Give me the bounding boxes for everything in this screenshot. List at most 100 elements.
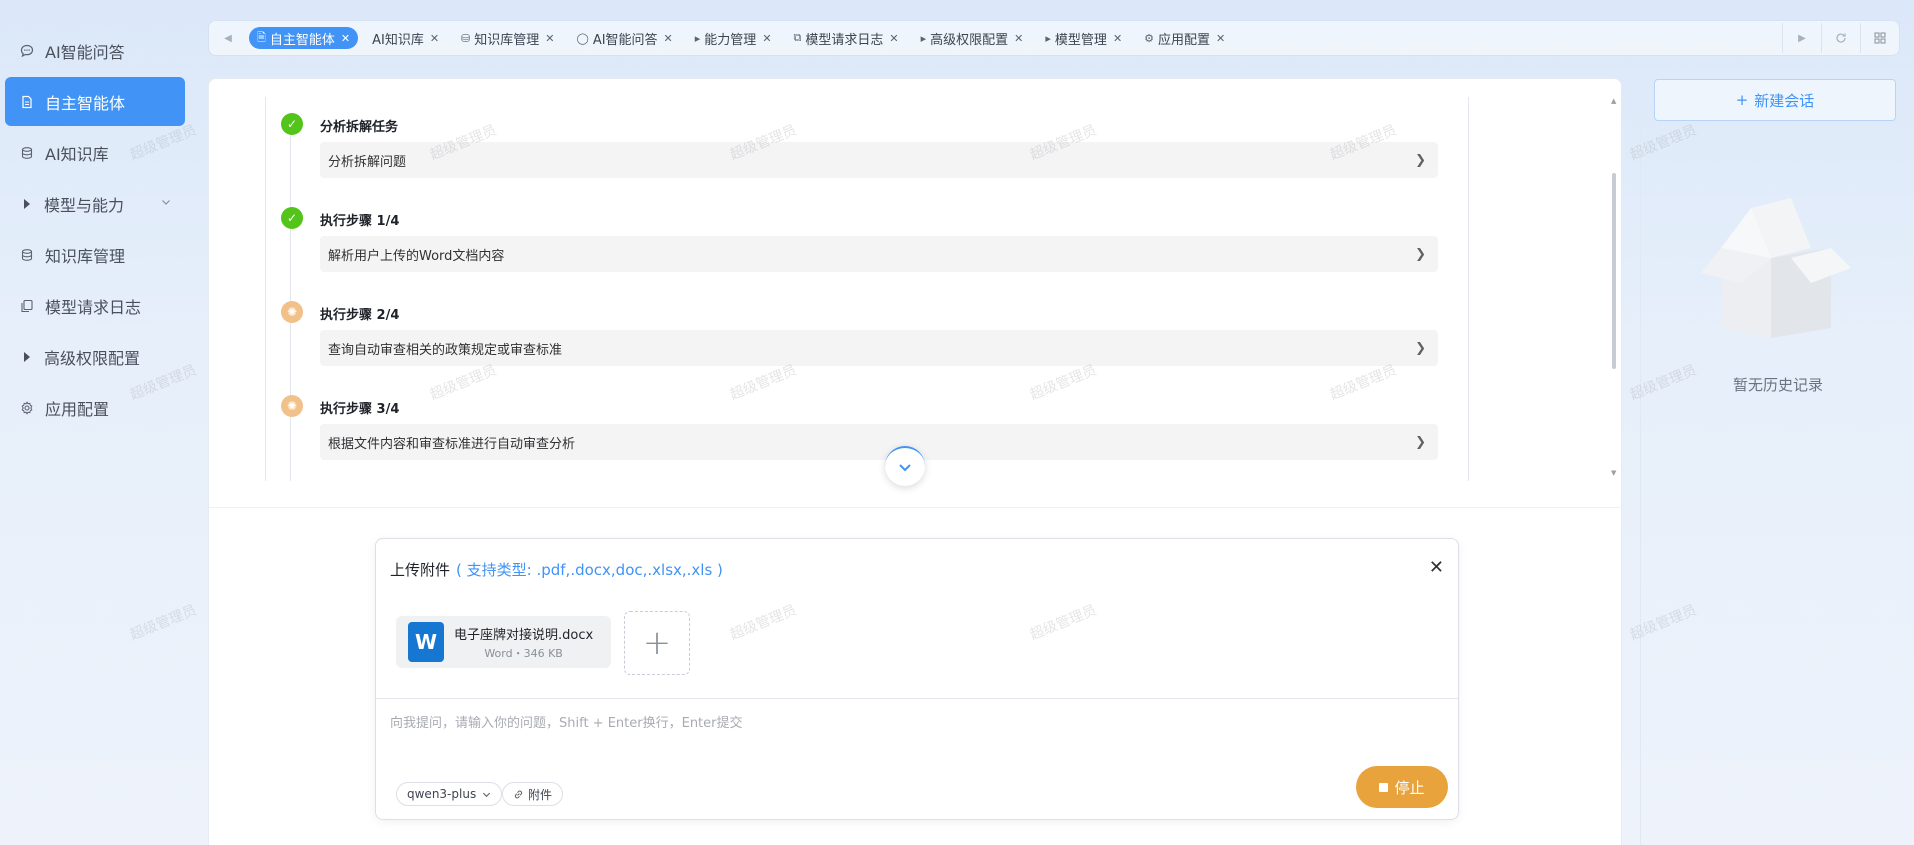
new-chat-button[interactable]: + 新建会话	[1654, 79, 1896, 121]
close-upload-button[interactable]: ✕	[1429, 557, 1444, 578]
attach-label: 附件	[528, 787, 553, 802]
tab-label: 知识库管理	[474, 32, 540, 48]
word-file-icon: W	[408, 622, 444, 662]
divider	[1860, 23, 1861, 53]
close-icon[interactable]: ✕	[341, 32, 350, 45]
copy-icon: ⧉	[793, 31, 802, 44]
sidebar-item-ai-qa[interactable]: AI智能问答	[5, 26, 185, 75]
close-icon[interactable]: ✕	[1113, 32, 1122, 45]
upload-header: 上传附件 ( 支持类型: .pdf,.docx,doc,.xlsx,.xls )	[390, 559, 723, 580]
timeline-line	[290, 115, 291, 481]
tab-label: AI智能问答	[592, 32, 658, 48]
loading-icon: ✺	[281, 395, 303, 417]
step-desc: 分析拆解问题	[328, 154, 407, 170]
sidebar-item-kb-management[interactable]: 知识库管理	[5, 230, 185, 279]
tab-app-config[interactable]: ⚙ 应用配置 ✕	[1136, 27, 1233, 49]
add-file-button[interactable]: +	[624, 611, 690, 675]
gear-icon: ⚙	[1144, 31, 1155, 45]
tab-label: 模型管理	[1054, 32, 1107, 48]
step-desc: 解析用户上传的Word文档内容	[328, 248, 505, 264]
step-detail[interactable]: 分析拆解问题 ❯	[320, 142, 1438, 178]
step-title: 执行步骤 2/4	[320, 308, 400, 323]
triangle-right-icon: ▸	[1045, 31, 1051, 45]
check-icon: ✓	[281, 113, 303, 135]
close-icon[interactable]: ✕	[889, 32, 898, 45]
scroll-left-icon[interactable]: ◀	[215, 25, 241, 51]
loading-icon: ✺	[281, 301, 303, 323]
sidebar-item-label: 知识库管理	[45, 246, 126, 266]
scroll-right-icon[interactable]: ▶	[1789, 25, 1815, 51]
sidebar-item-permissions[interactable]: 高级权限配置	[5, 332, 185, 381]
chevron-right-icon: ❯	[1415, 152, 1426, 168]
chevron-right-icon: ❯	[1415, 434, 1426, 450]
model-select[interactable]: qwen3-plus	[396, 782, 503, 806]
tab-capability-management[interactable]: ▸ 能力管理 ✕	[687, 27, 780, 49]
database-icon: ⛁	[461, 31, 471, 45]
scrollbar[interactable]: ▲ ▼	[1611, 97, 1617, 477]
tab-label: 模型请求日志	[805, 32, 884, 48]
scroll-up-icon[interactable]: ▲	[1611, 97, 1616, 105]
prompt-input[interactable]	[390, 711, 1440, 735]
tab-request-log[interactable]: ⧉ 模型请求日志 ✕	[786, 27, 907, 49]
close-icon[interactable]: ✕	[430, 32, 439, 45]
triangle-right-icon: ▸	[920, 31, 927, 45]
scrollbar-thumb[interactable]	[1612, 173, 1616, 369]
file-meta: 电子座牌对接说明.docx Word・346 KB	[454, 624, 593, 661]
step-detail[interactable]: 查询自动审查相关的政策规定或审查标准 ❯	[320, 330, 1438, 366]
sidebar-item-agent[interactable]: 自主智能体	[5, 77, 185, 126]
sidebar-item-label: AI知识库	[45, 144, 109, 164]
link-icon	[514, 790, 523, 798]
divider	[1821, 23, 1822, 53]
sidebar-item-label: AI智能问答	[45, 42, 125, 62]
close-icon[interactable]: ✕	[762, 32, 771, 45]
sidebar-item-app-config[interactable]: 应用配置	[5, 383, 185, 432]
empty-box-icon	[1701, 198, 1851, 338]
divider	[209, 507, 1623, 508]
grid-icon[interactable]	[1867, 25, 1893, 51]
tab-agent[interactable]: 🗎 自主智能体 ✕	[249, 27, 359, 49]
chat-icon: ◯	[576, 31, 589, 45]
close-icon[interactable]: ✕	[1216, 32, 1225, 45]
history-panel: + 新建会话 暂无历史记录	[1640, 78, 1914, 845]
sidebar-item-label: 模型请求日志	[45, 297, 142, 317]
tab-label: 自主智能体	[269, 32, 335, 48]
chevron-down-icon	[161, 197, 171, 210]
attach-button[interactable]: 附件	[502, 782, 564, 806]
stop-icon	[1379, 782, 1389, 792]
tab-list: 🗎 自主智能体 ✕ AI知识库 ✕ ⛁ 知识库管理 ✕ ◯ AI智能问答 ✕ ▸…	[249, 27, 1782, 49]
sidebar-item-label: 模型与能力	[44, 195, 125, 215]
tab-bar-actions: ▶	[1782, 23, 1893, 53]
step-title: 执行步骤 3/4	[320, 402, 400, 417]
tab-bar: ◀ 🗎 自主智能体 ✕ AI知识库 ✕ ⛁ 知识库管理 ✕ ◯ AI智能问答 ✕…	[208, 20, 1900, 56]
close-icon[interactable]: ✕	[1014, 32, 1023, 45]
divider	[1782, 23, 1783, 53]
sidebar-item-knowledge-base[interactable]: AI知识库	[5, 128, 185, 177]
upload-types: ( 支持类型: .pdf,.docx,doc,.xlsx,.xls )	[456, 561, 723, 579]
tab-kb-management[interactable]: ⛁ 知识库管理 ✕	[453, 27, 562, 49]
step-title: 分析拆解任务	[320, 120, 399, 135]
sidebar-item-model-capability[interactable]: 模型与能力	[5, 179, 185, 228]
sidebar-item-request-log[interactable]: 模型请求日志	[5, 281, 185, 330]
refresh-icon[interactable]	[1828, 25, 1854, 51]
database-icon	[19, 145, 35, 161]
triangle-right-icon	[24, 351, 30, 362]
database-icon	[19, 247, 35, 263]
tab-ai-qa[interactable]: ◯ AI智能问答 ✕	[569, 27, 681, 49]
tab-knowledge-base[interactable]: AI知识库 ✕	[364, 27, 447, 49]
chevron-right-icon: ❯	[1415, 246, 1426, 262]
scroll-down-icon[interactable]: ▼	[1611, 469, 1616, 477]
attached-file[interactable]: W 电子座牌对接说明.docx Word・346 KB	[396, 616, 611, 668]
scroll-to-bottom-button[interactable]	[885, 446, 925, 486]
tab-model-management[interactable]: ▸ 模型管理 ✕	[1037, 27, 1130, 49]
tab-label: 应用配置	[1158, 32, 1211, 48]
upload-title: 上传附件	[390, 561, 451, 579]
tab-label: 高级权限配置	[930, 32, 1009, 48]
sidebar-item-label: 自主智能体	[45, 93, 126, 113]
step-detail[interactable]: 根据文件内容和审查标准进行自动审查分析 ❯	[320, 424, 1438, 460]
check-icon: ✓	[281, 207, 303, 229]
close-icon[interactable]: ✕	[664, 32, 673, 45]
tab-permissions[interactable]: ▸ 高级权限配置 ✕	[913, 27, 1032, 49]
step-detail[interactable]: 解析用户上传的Word文档内容 ❯	[320, 236, 1438, 272]
close-icon[interactable]: ✕	[545, 32, 554, 45]
stop-button[interactable]: 停止	[1356, 766, 1448, 808]
